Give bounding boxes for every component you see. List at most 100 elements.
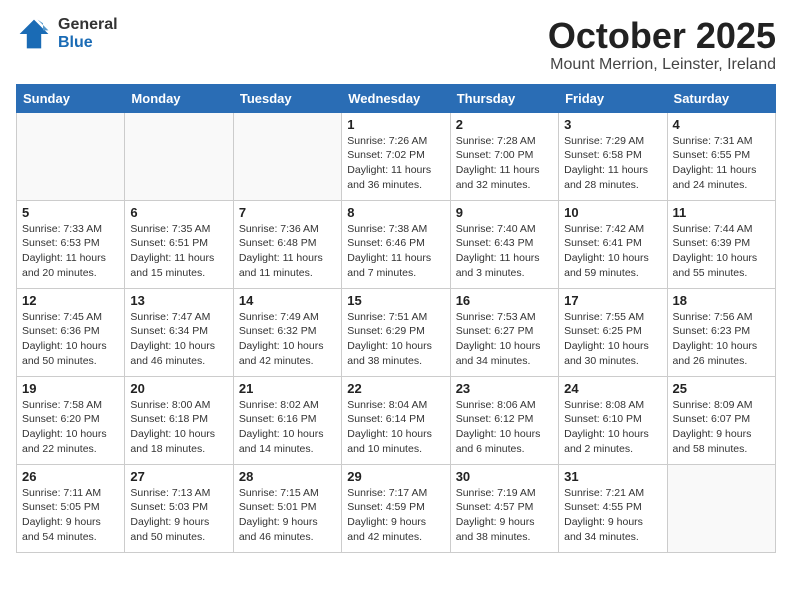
day-number: 11: [673, 205, 770, 220]
day-info: Sunrise: 7:19 AM Sunset: 4:57 PM Dayligh…: [456, 486, 553, 545]
calendar-cell: 5 Sunrise: 7:33 AM Sunset: 6:53 PM Daylig…: [17, 200, 125, 288]
day-number: 13: [130, 293, 227, 308]
day-info: Sunrise: 7:49 AM Sunset: 6:32 PM Dayligh…: [239, 310, 336, 369]
weekday-header-thursday: Thursday: [450, 84, 558, 112]
day-info: Sunrise: 7:28 AM Sunset: 7:00 PM Dayligh…: [456, 134, 553, 193]
calendar-cell: 13 Sunrise: 7:47 AM Sunset: 6:34 PM Dayli…: [125, 288, 233, 376]
day-number: 16: [456, 293, 553, 308]
calendar-cell: 14 Sunrise: 7:49 AM Sunset: 6:32 PM Dayli…: [233, 288, 341, 376]
day-info: Sunrise: 8:02 AM Sunset: 6:16 PM Dayligh…: [239, 398, 336, 457]
calendar-cell: 27 Sunrise: 7:13 AM Sunset: 5:03 PM Dayli…: [125, 464, 233, 552]
day-info: Sunrise: 8:08 AM Sunset: 6:10 PM Dayligh…: [564, 398, 661, 457]
day-info: Sunrise: 7:33 AM Sunset: 6:53 PM Dayligh…: [22, 222, 119, 281]
day-number: 5: [22, 205, 119, 220]
day-info: Sunrise: 7:21 AM Sunset: 4:55 PM Dayligh…: [564, 486, 661, 545]
calendar-cell: 11 Sunrise: 7:44 AM Sunset: 6:39 PM Dayli…: [667, 200, 775, 288]
calendar-cell: 8Sunrise: 7:38 AM Sunset: 6:46 PM Daylig…: [342, 200, 450, 288]
calendar-cell: 19 Sunrise: 7:58 AM Sunset: 6:20 PM Dayli…: [17, 376, 125, 464]
calendar-cell: 28 Sunrise: 7:15 AM Sunset: 5:01 PM Dayli…: [233, 464, 341, 552]
weekday-header-saturday: Saturday: [667, 84, 775, 112]
week-row-5: 26 Sunrise: 7:11 AM Sunset: 5:05 PM Dayli…: [17, 464, 776, 552]
weekday-header-sunday: Sunday: [17, 84, 125, 112]
day-number: 6: [130, 205, 227, 220]
day-number: 4: [673, 117, 770, 132]
day-info: Sunrise: 7:53 AM Sunset: 6:27 PM Dayligh…: [456, 310, 553, 369]
day-number: 19: [22, 381, 119, 396]
day-number: 24: [564, 381, 661, 396]
day-number: 8: [347, 205, 444, 220]
week-row-4: 19 Sunrise: 7:58 AM Sunset: 6:20 PM Dayli…: [17, 376, 776, 464]
day-number: 22: [347, 381, 444, 396]
day-number: 3: [564, 117, 661, 132]
day-number: 18: [673, 293, 770, 308]
week-row-2: 5 Sunrise: 7:33 AM Sunset: 6:53 PM Daylig…: [17, 200, 776, 288]
calendar-cell: 21 Sunrise: 8:02 AM Sunset: 6:16 PM Dayli…: [233, 376, 341, 464]
day-info: Sunrise: 7:58 AM Sunset: 6:20 PM Dayligh…: [22, 398, 119, 457]
calendar-cell: 10 Sunrise: 7:42 AM Sunset: 6:41 PM Dayli…: [559, 200, 667, 288]
day-info: Sunrise: 7:55 AM Sunset: 6:25 PM Dayligh…: [564, 310, 661, 369]
day-info: Sunrise: 7:42 AM Sunset: 6:41 PM Dayligh…: [564, 222, 661, 281]
calendar-cell: 6 Sunrise: 7:35 AM Sunset: 6:51 PM Daylig…: [125, 200, 233, 288]
day-info: Sunrise: 7:11 AM Sunset: 5:05 PM Dayligh…: [22, 486, 119, 545]
day-number: 1: [347, 117, 444, 132]
day-info: Sunrise: 8:00 AM Sunset: 6:18 PM Dayligh…: [130, 398, 227, 457]
day-info: Sunrise: 7:15 AM Sunset: 5:01 PM Dayligh…: [239, 486, 336, 545]
calendar-cell: 18 Sunrise: 7:56 AM Sunset: 6:23 PM Dayli…: [667, 288, 775, 376]
logo-blue-text: Blue: [58, 34, 118, 52]
calendar-cell: [667, 464, 775, 552]
calendar-table: SundayMondayTuesdayWednesdayThursdayFrid…: [16, 84, 776, 553]
day-number: 15: [347, 293, 444, 308]
logo-general-text: General: [58, 16, 118, 34]
weekday-header-friday: Friday: [559, 84, 667, 112]
day-number: 27: [130, 469, 227, 484]
day-number: 2: [456, 117, 553, 132]
calendar-cell: 23Sunrise: 8:06 AM Sunset: 6:12 PM Dayli…: [450, 376, 558, 464]
calendar-cell: [233, 112, 341, 200]
day-info: Sunrise: 7:45 AM Sunset: 6:36 PM Dayligh…: [22, 310, 119, 369]
calendar-cell: 29Sunrise: 7:17 AM Sunset: 4:59 PM Dayli…: [342, 464, 450, 552]
day-info: Sunrise: 7:26 AM Sunset: 7:02 PM Dayligh…: [347, 134, 444, 193]
calendar-cell: 2 Sunrise: 7:28 AM Sunset: 7:00 PM Daylig…: [450, 112, 558, 200]
day-number: 10: [564, 205, 661, 220]
calendar-cell: 4 Sunrise: 7:31 AM Sunset: 6:55 PM Daylig…: [667, 112, 775, 200]
logo: General Blue: [16, 16, 118, 52]
calendar-cell: 22Sunrise: 8:04 AM Sunset: 6:14 PM Dayli…: [342, 376, 450, 464]
day-number: 9: [456, 205, 553, 220]
day-info: Sunrise: 7:31 AM Sunset: 6:55 PM Dayligh…: [673, 134, 770, 193]
weekday-header-wednesday: Wednesday: [342, 84, 450, 112]
day-info: Sunrise: 7:44 AM Sunset: 6:39 PM Dayligh…: [673, 222, 770, 281]
header: General Blue October 2025 Mount Merrion,…: [16, 16, 776, 74]
calendar-cell: 12 Sunrise: 7:45 AM Sunset: 6:36 PM Dayli…: [17, 288, 125, 376]
title-area: October 2025 Mount Merrion, Leinster, Ir…: [548, 16, 776, 74]
logo-icon: [16, 16, 52, 52]
day-number: 12: [22, 293, 119, 308]
calendar-cell: 17 Sunrise: 7:55 AM Sunset: 6:25 PM Dayli…: [559, 288, 667, 376]
day-info: Sunrise: 7:56 AM Sunset: 6:23 PM Dayligh…: [673, 310, 770, 369]
day-info: Sunrise: 7:35 AM Sunset: 6:51 PM Dayligh…: [130, 222, 227, 281]
month-title: October 2025: [548, 16, 776, 56]
calendar-cell: 9Sunrise: 7:40 AM Sunset: 6:43 PM Daylig…: [450, 200, 558, 288]
calendar-cell: 15Sunrise: 7:51 AM Sunset: 6:29 PM Dayli…: [342, 288, 450, 376]
day-number: 14: [239, 293, 336, 308]
day-info: Sunrise: 7:13 AM Sunset: 5:03 PM Dayligh…: [130, 486, 227, 545]
day-number: 21: [239, 381, 336, 396]
calendar-cell: [17, 112, 125, 200]
weekday-header-tuesday: Tuesday: [233, 84, 341, 112]
weekday-header-monday: Monday: [125, 84, 233, 112]
day-info: Sunrise: 7:47 AM Sunset: 6:34 PM Dayligh…: [130, 310, 227, 369]
day-number: 17: [564, 293, 661, 308]
calendar-cell: 24 Sunrise: 8:08 AM Sunset: 6:10 PM Dayli…: [559, 376, 667, 464]
day-number: 31: [564, 469, 661, 484]
calendar-cell: 16 Sunrise: 7:53 AM Sunset: 6:27 PM Dayli…: [450, 288, 558, 376]
day-number: 26: [22, 469, 119, 484]
day-number: 25: [673, 381, 770, 396]
day-info: Sunrise: 7:29 AM Sunset: 6:58 PM Dayligh…: [564, 134, 661, 193]
calendar-cell: 30 Sunrise: 7:19 AM Sunset: 4:57 PM Dayli…: [450, 464, 558, 552]
day-info: Sunrise: 8:06 AM Sunset: 6:12 PM Dayligh…: [456, 398, 553, 457]
day-number: 20: [130, 381, 227, 396]
day-number: 30: [456, 469, 553, 484]
calendar-cell: 20 Sunrise: 8:00 AM Sunset: 6:18 PM Dayli…: [125, 376, 233, 464]
week-row-1: 1 Sunrise: 7:26 AM Sunset: 7:02 PM Daylig…: [17, 112, 776, 200]
location-title: Mount Merrion, Leinster, Ireland: [548, 56, 776, 74]
day-number: 28: [239, 469, 336, 484]
